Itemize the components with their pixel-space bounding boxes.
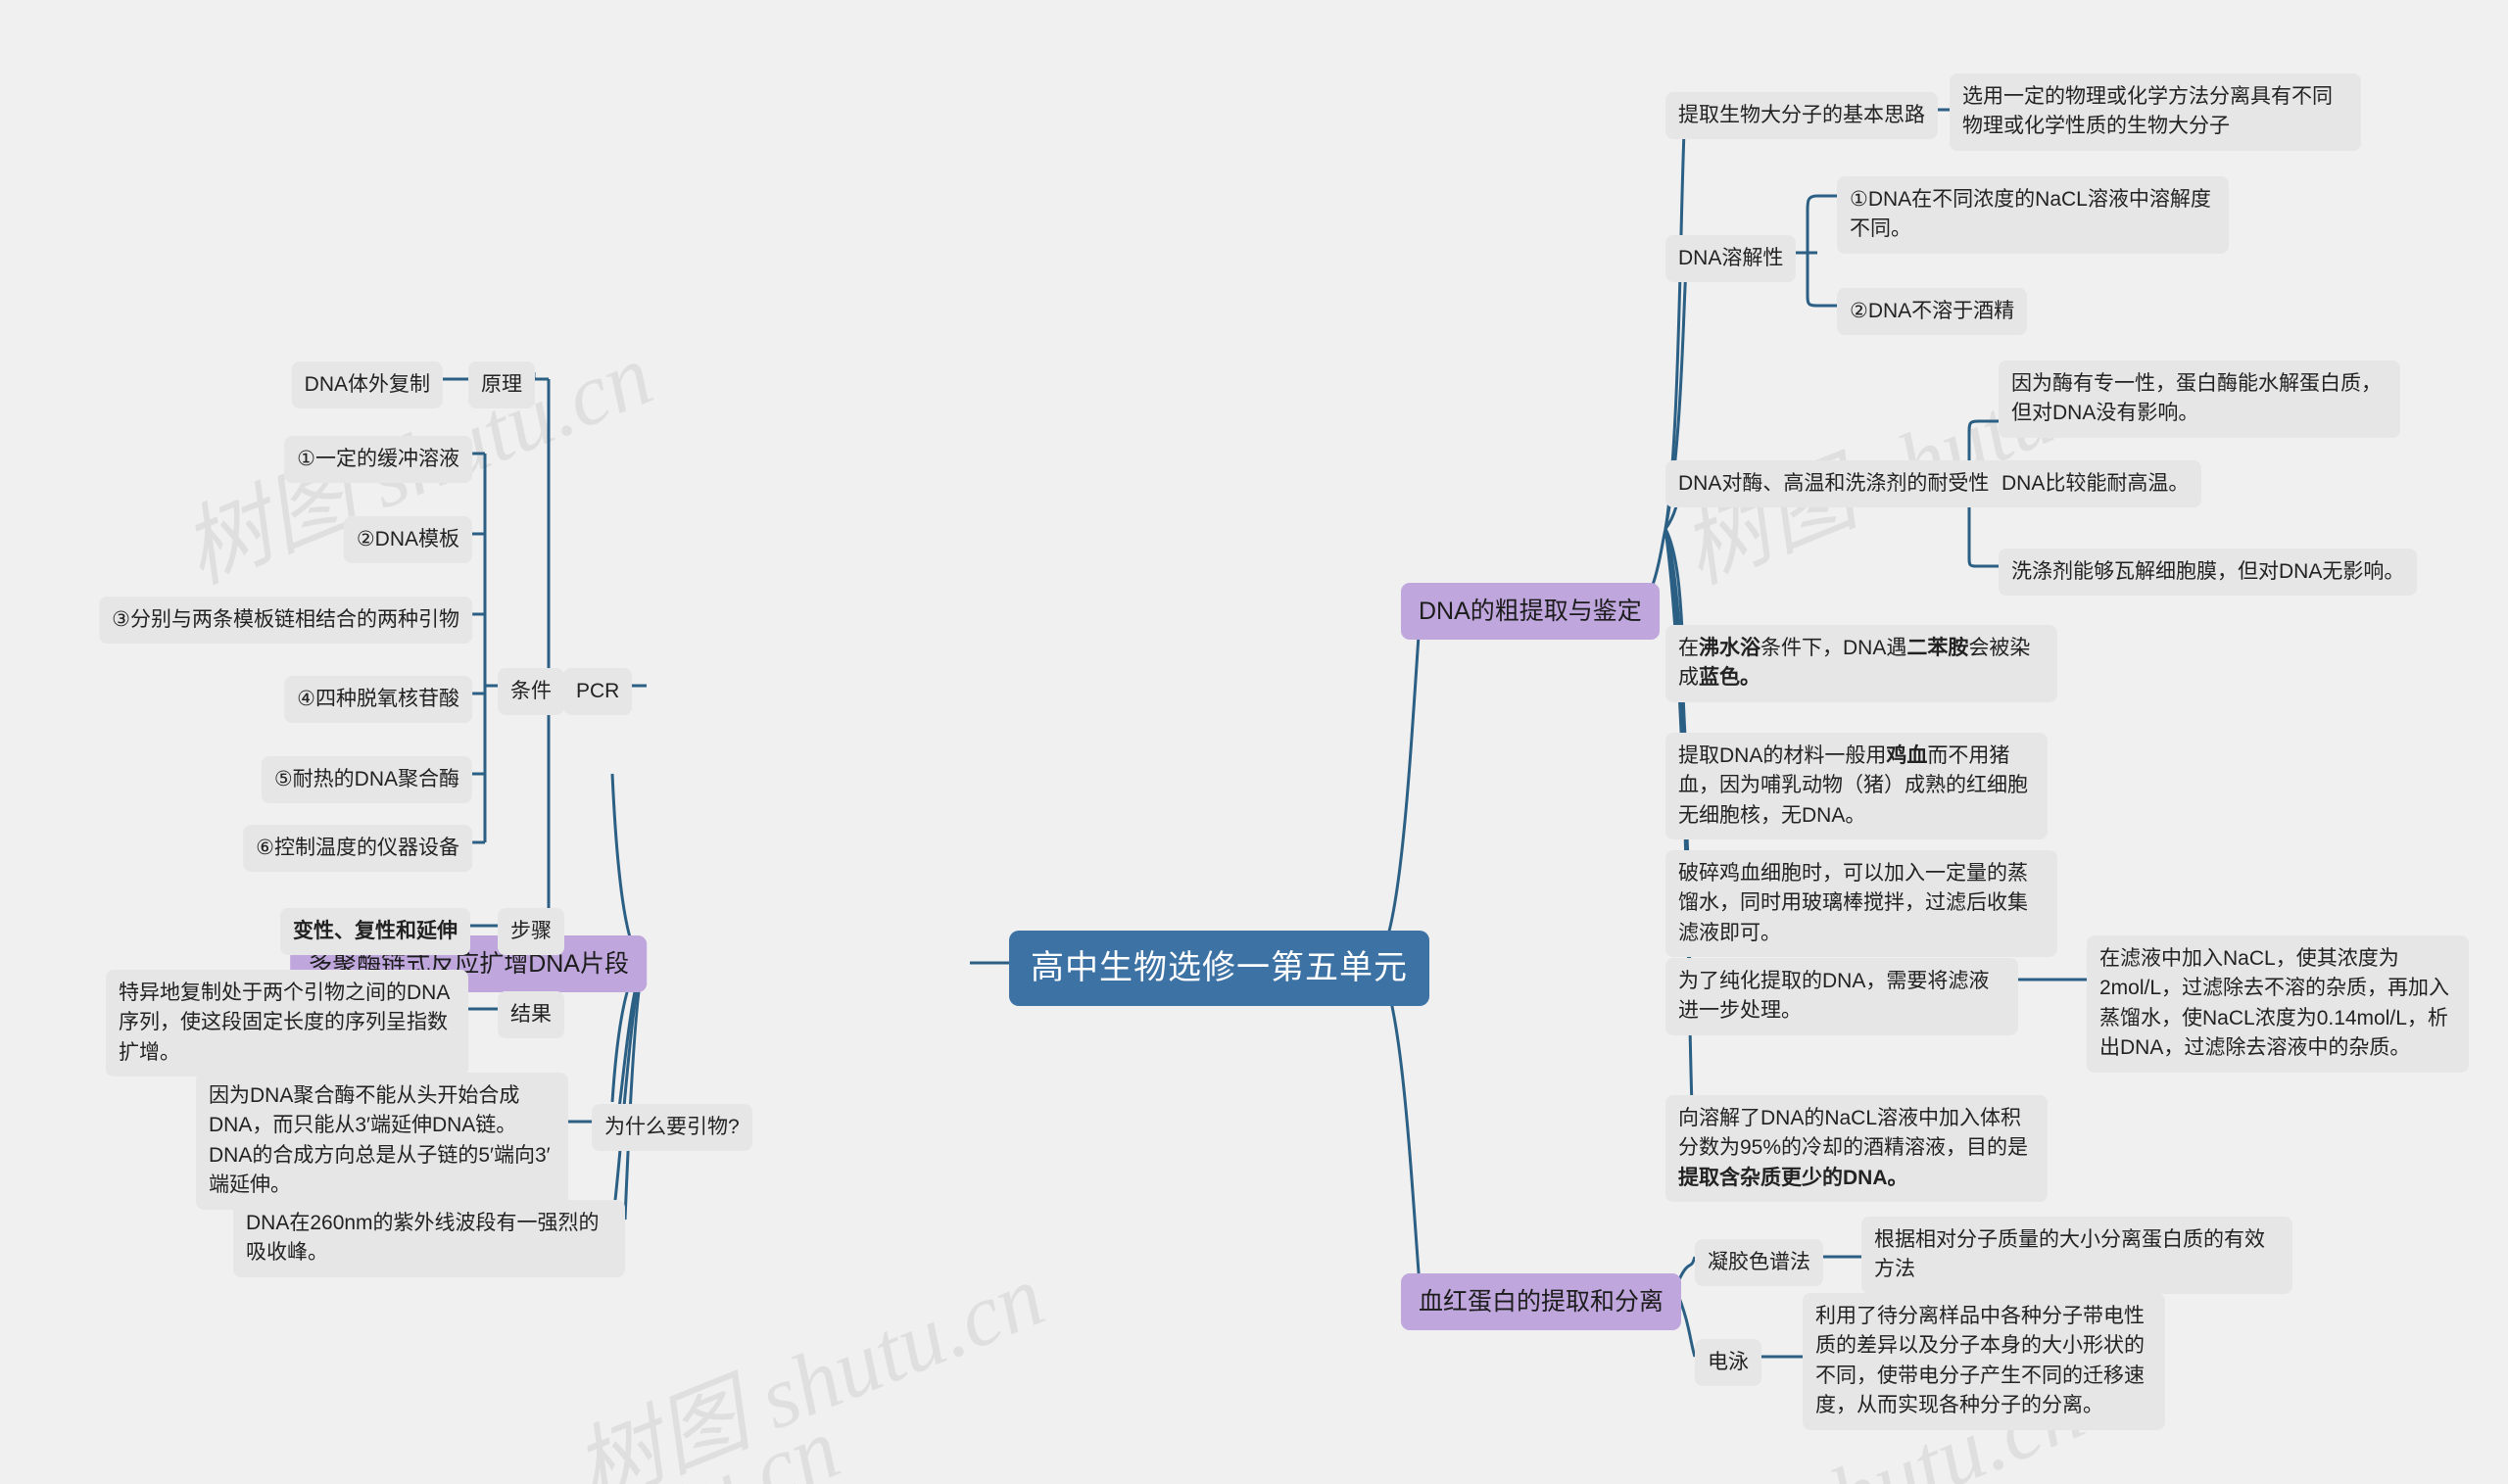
pcr-result-label[interactable]: 结果 (498, 991, 564, 1039)
watermark: 树图 shutu.cn (561, 1247, 1057, 1484)
note-bold-3: 蓝色。 (1699, 666, 1760, 690)
pcr-condition-item[interactable]: ④四种脱氧核苷酸 (284, 676, 472, 724)
pcr-condition-item[interactable]: ⑥控制温度的仪器设备 (243, 825, 472, 873)
center-node[interactable]: 高中生物选修一第五单元 (1009, 931, 1429, 1007)
alcohol-bold: 提取含杂质更少的DNA。 (1678, 1166, 1908, 1189)
pcr-conditions-label[interactable]: 条件 (498, 668, 564, 716)
note-bold-1: 沸水浴 (1699, 637, 1760, 659)
pcr-node-label[interactable]: PCR (563, 668, 633, 716)
mindmap-canvas: 树图 shutu.cn 树图 shutu.cn 树图 shutu.cn shut… (0, 0, 2508, 1484)
note-pre: 在 (1678, 637, 1699, 659)
pcr-steps-detail[interactable]: 变性、复性和延伸 (280, 908, 470, 956)
dna-note-break-cells[interactable]: 破碎鸡血细胞时，可以加入一定量的蒸馏水，同时用玻璃棒搅拌，过滤后收集滤液即可。 (1665, 850, 2057, 958)
pcr-why-primer-label[interactable]: 为什么要引物? (592, 1104, 752, 1152)
pcr-steps-detail-text: 变性、复性和延伸 (293, 920, 458, 942)
pcr-result-detail[interactable]: 特异地复制处于两个引物之间的DNA序列，使这段固定长度的序列呈指数扩增。 (106, 970, 468, 1077)
hemoglobin-gel-detail[interactable]: 根据相对分子质量的大小分离蛋白质的有效方法 (1861, 1217, 2292, 1294)
hemoglobin-electrophoresis-label[interactable]: 电泳 (1695, 1339, 1761, 1387)
note-mid: 条件下，DNA遇 (1760, 637, 1907, 659)
dna-tolerance-item[interactable]: 因为酶有专一性，蛋白酶能水解蛋白质，但对DNA没有影响。 (1999, 360, 2400, 438)
pcr-principle-detail[interactable]: DNA体外复制 (291, 361, 443, 409)
dna-tolerance-item[interactable]: DNA比较能耐高温。 (1989, 460, 2202, 508)
dna-basic-idea-label[interactable]: 提取生物大分子的基本思路 (1665, 92, 1938, 140)
dna-purify-detail[interactable]: 在滤液中加入NaCL，使其浓度为2mol/L，过滤除去不溶的杂质，再加入蒸馏水，… (2087, 935, 2469, 1073)
pcr-principle-label[interactable]: 原理 (468, 361, 535, 409)
dna-solubility-label[interactable]: DNA溶解性 (1665, 235, 1797, 283)
watermark: shutu.cn (541, 1398, 853, 1484)
branch-hemoglobin[interactable]: 血红蛋白的提取和分离 (1401, 1273, 1682, 1331)
hemoglobin-gel-label[interactable]: 凝胶色谱法 (1695, 1239, 1823, 1287)
dna-tolerance-item[interactable]: 洗涤剂能够瓦解细胞膜，但对DNA无影响。 (1999, 549, 2418, 597)
pcr-condition-item[interactable]: ②DNA模板 (343, 516, 472, 564)
note-bold: 鸡血 (1886, 744, 1928, 767)
pcr-condition-item[interactable]: ③分别与两条模板链相结合的两种引物 (99, 597, 472, 645)
note-pre: 提取DNA的材料一般用 (1678, 744, 1887, 767)
alcohol-pre: 向溶解了DNA的NaCL溶液中加入体积分数为95%的冷却的酒精溶液，目的是 (1678, 1107, 2029, 1160)
pcr-why-primer-detail[interactable]: 因为DNA聚合酶不能从头开始合成DNA，而只能从3′端延伸DNA链。DNA的合成… (196, 1073, 568, 1210)
pcr-steps-label[interactable]: 步骤 (498, 908, 564, 956)
pcr-uv-note[interactable]: DNA在260nm的紫外线波段有一强烈的吸收峰。 (233, 1200, 625, 1277)
dna-alcohol-note[interactable]: 向溶解了DNA的NaCL溶液中加入体积分数为95%的冷却的酒精溶液，目的是提取含… (1665, 1095, 2048, 1203)
branch-dna-extraction[interactable]: DNA的粗提取与鉴定 (1401, 583, 1660, 641)
dna-solubility-item[interactable]: ①DNA在不同浓度的NaCL溶液中溶解度不同。 (1837, 176, 2229, 254)
pcr-condition-item[interactable]: ⑤耐热的DNA聚合酶 (261, 756, 472, 804)
dna-note-diphenylamine[interactable]: 在沸水浴条件下，DNA遇二苯胺会被染成蓝色。 (1665, 625, 2057, 702)
note-bold-2: 二苯胺 (1906, 637, 1969, 659)
dna-solubility-item[interactable]: ②DNA不溶于酒精 (1837, 288, 2028, 336)
hemoglobin-electrophoresis-detail[interactable]: 利用了待分离样品中各种分子带电性质的差异以及分子本身的大小形状的不同，使带电分子… (1803, 1293, 2165, 1430)
pcr-condition-item[interactable]: ①一定的缓冲溶液 (284, 436, 472, 484)
dna-note-chicken-blood[interactable]: 提取DNA的材料一般用鸡血而不用猪血，因为哺乳动物（猪）成熟的红细胞无细胞核，无… (1665, 733, 2048, 840)
dna-tolerance-label[interactable]: DNA对酶、高温和洗涤剂的耐受性 (1665, 460, 2002, 508)
dna-purify-label[interactable]: 为了纯化提取的DNA，需要将滤液进一步处理。 (1665, 958, 2018, 1035)
dna-basic-idea-detail[interactable]: 选用一定的物理或化学方法分离具有不同物理或化学性质的生物大分子 (1950, 73, 2361, 151)
